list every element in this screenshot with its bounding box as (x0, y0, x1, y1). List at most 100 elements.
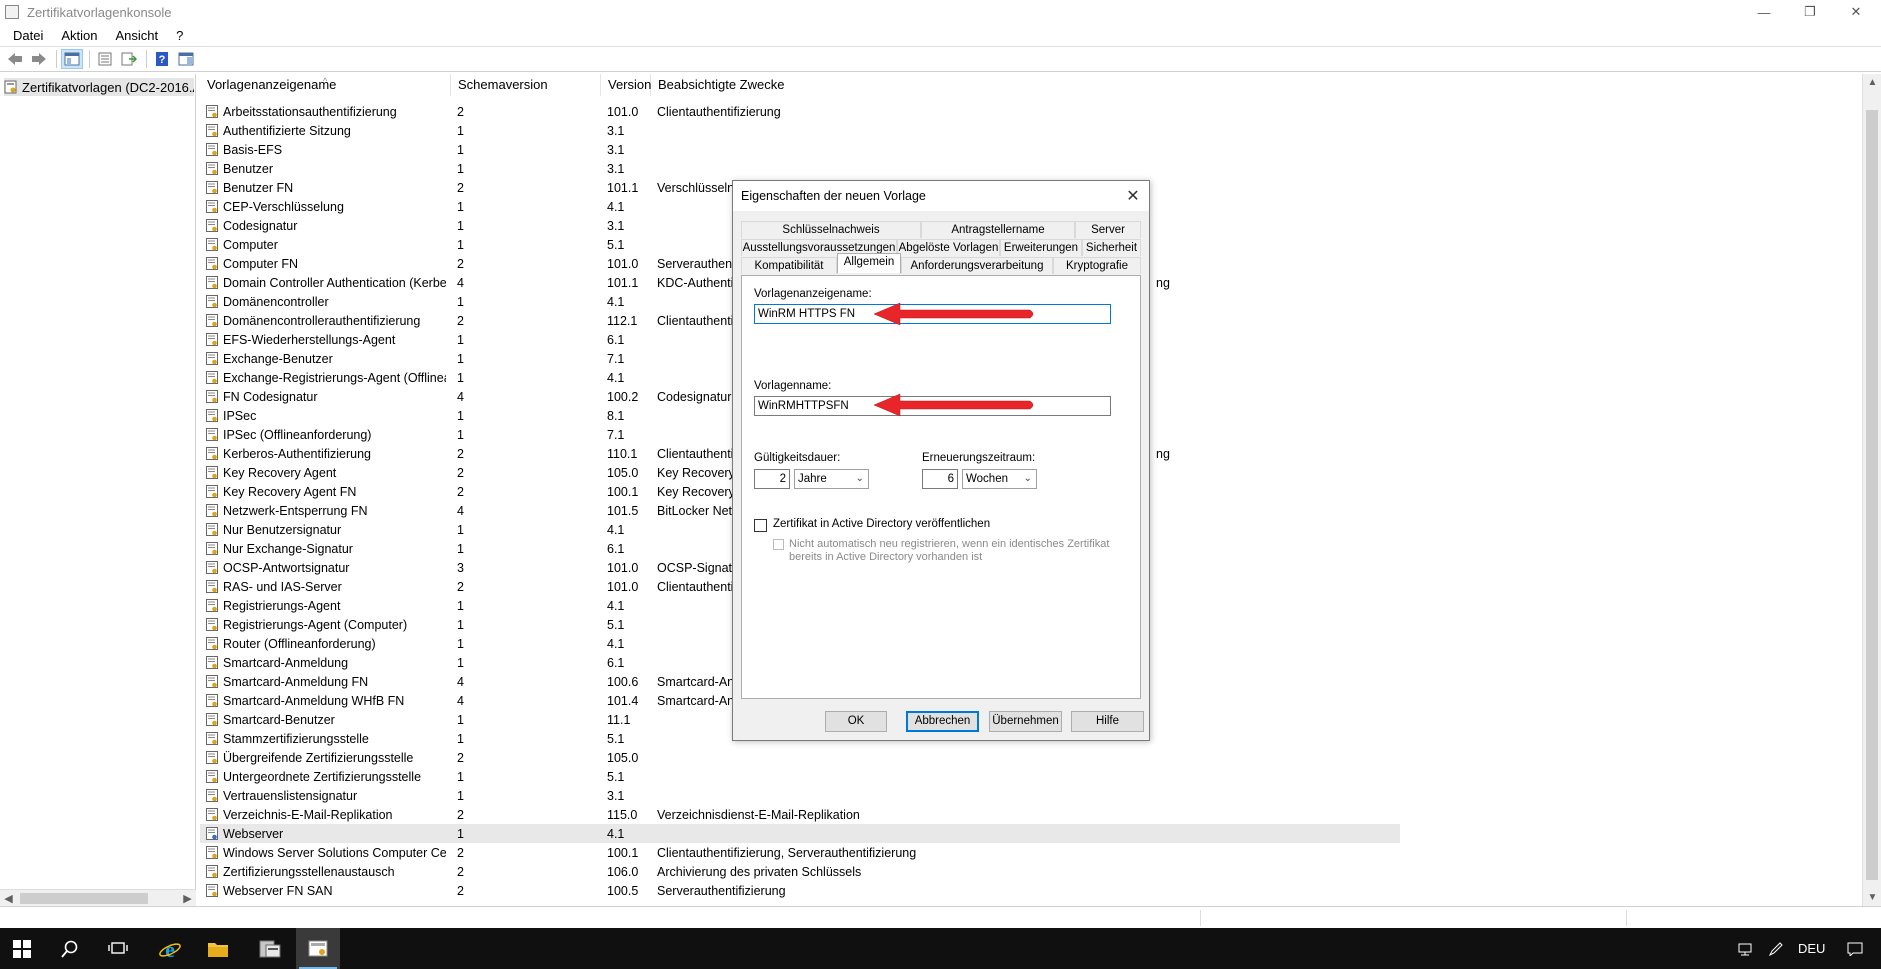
dialog-close-icon[interactable]: ✕ (1123, 186, 1143, 206)
tab-anforderungsverarbeitung[interactable]: Anforderungsverarbeitung (901, 257, 1053, 274)
version-cell: 105.0 (607, 750, 639, 765)
column-header-purposes[interactable]: Beabsichtigte Zwecke (651, 74, 1400, 96)
schema-version-cell: 1 (457, 427, 464, 442)
template-name-cell: Webserver FN SAN (206, 883, 446, 898)
schema-version-cell: 4 (457, 693, 464, 708)
column-header-schema-version[interactable]: Schemaversion (451, 74, 601, 96)
scroll-left-icon[interactable]: ◀ (0, 890, 17, 907)
template-name-cell: FN Codesignatur (206, 389, 446, 404)
help-button[interactable]: Hilfe (1071, 711, 1144, 732)
back-arrow-icon[interactable] (4, 49, 26, 69)
tab-erweiterungen[interactable]: Erweiterungen (1000, 239, 1082, 256)
template-name-cell: CEP-Verschlüsselung (206, 199, 446, 214)
certificate-templates-icon (4, 80, 17, 94)
scroll-up-icon[interactable]: ▲ (1863, 74, 1881, 91)
template-name-cell: Computer FN (206, 256, 446, 271)
help-icon[interactable]: ? (151, 49, 173, 69)
table-row[interactable]: Zertifizierungsstellenaustausch 2 106.0 Arc… (200, 862, 1400, 881)
table-row[interactable]: Windows Server Solutions Computer Cer...… (200, 843, 1400, 862)
input-language-indicator[interactable]: DEU (1798, 941, 1825, 956)
file-explorer-icon[interactable] (196, 928, 240, 969)
tab-server[interactable]: Server (1075, 221, 1141, 238)
certificate-template-icon (206, 807, 218, 821)
table-row[interactable]: Verzeichnis-E-Mail-Replikation 2 115.0 Verz… (200, 805, 1400, 824)
scrollbar-thumb[interactable] (20, 893, 148, 904)
search-icon[interactable] (48, 928, 92, 969)
export-list-icon[interactable] (118, 49, 140, 69)
table-row[interactable]: Vertrauenslistensignatur 1 3.1 (200, 786, 1400, 805)
task-view-icon[interactable] (96, 928, 140, 969)
window-title: Zertifikatvorlagenkonsole (27, 4, 172, 20)
tab-panel-allgemein: Vorlagenanzeigename: WinRM HTTPS FN Vorl… (741, 275, 1141, 699)
schema-version-cell: 1 (457, 351, 464, 366)
table-row[interactable]: Übergreifende Zertifizierungsstelle 2 105.… (200, 748, 1400, 767)
scroll-down-icon[interactable]: ▼ (1863, 889, 1881, 906)
column-header-display-name[interactable]: ^ Vorlagenanzeigename (200, 74, 451, 96)
restore-button[interactable]: ❐ (1787, 0, 1833, 24)
scroll-right-icon[interactable]: ▶ (179, 890, 196, 907)
table-row[interactable]: Untergeordnete Zertifizierungsstelle 1 5.1 (200, 767, 1400, 786)
show-tree-icon[interactable] (61, 49, 83, 69)
schema-version-cell: 2 (457, 750, 464, 765)
schema-version-cell: 1 (457, 636, 464, 651)
table-row[interactable]: Webserver 1 4.1 (200, 824, 1400, 843)
internet-explorer-icon[interactable]: e (148, 928, 192, 969)
schema-version-cell: 1 (457, 237, 464, 252)
menu-aktion[interactable]: Aktion (52, 28, 106, 43)
validity-unit-select[interactable]: Jahre ⌄ (794, 469, 869, 489)
action-pane-icon[interactable] (175, 49, 197, 69)
no-reenroll-checkbox[interactable] (773, 539, 784, 550)
notification-icon[interactable] (1847, 942, 1863, 956)
tab-schluesselnachweis[interactable]: Schlüsselnachweis (741, 221, 921, 238)
ok-button[interactable]: OK (825, 711, 887, 732)
version-cell: 100.1 (607, 484, 639, 499)
scrollbar-thumb[interactable] (1866, 110, 1878, 880)
table-row[interactable]: Benutzer 1 3.1 (200, 159, 1400, 178)
tab-kompatibilitaet[interactable]: Kompatibilität (741, 257, 837, 274)
windows-start-icon[interactable] (0, 928, 44, 969)
list-vertical-scrollbar[interactable]: ▲ ▼ (1862, 74, 1881, 906)
schema-version-cell: 2 (457, 104, 464, 119)
tab-sicherheit[interactable]: Sicherheit (1082, 239, 1141, 256)
menu-ansicht[interactable]: Ansicht (107, 28, 168, 43)
close-window-button[interactable]: ✕ (1833, 0, 1879, 24)
menu-help[interactable]: ? (167, 28, 192, 43)
tree-horizontal-scrollbar[interactable]: ◀ ▶ (0, 889, 196, 906)
display-name-label: Vorlagenanzeigename: (754, 288, 872, 300)
version-cell: 6.1 (607, 541, 625, 556)
pen-icon[interactable] (1768, 941, 1784, 956)
tab-kryptografie[interactable]: Kryptografie (1053, 257, 1141, 274)
apply-button[interactable]: Übernehmen (989, 711, 1062, 732)
validity-period-input[interactable]: 2 (754, 469, 790, 489)
renewal-period-input[interactable]: 6 (922, 469, 958, 489)
template-name-cell: Registrierungs-Agent (206, 598, 446, 613)
properties-icon[interactable] (94, 49, 116, 69)
table-row[interactable]: Authentifizierte Sitzung 1 3.1 (200, 121, 1400, 140)
minimize-button[interactable]: — (1741, 0, 1787, 24)
table-row[interactable]: Basis-EFS 1 3.1 (200, 140, 1400, 159)
tab-antragstellername[interactable]: Antragstellername (921, 221, 1075, 238)
certificate-template-icon (206, 237, 218, 251)
version-cell: 5.1 (607, 769, 625, 784)
schema-version-cell: 4 (457, 275, 464, 290)
publish-in-ad-checkbox[interactable] (754, 519, 767, 532)
tree-root-certificate-templates[interactable]: Zertifikatvorlagen (DC2-2016.AD (4, 78, 194, 96)
table-row[interactable]: Webserver FN SAN 2 100.5 Serverauthentifizi… (200, 881, 1400, 900)
column-header-version[interactable]: Version (601, 74, 651, 96)
menu-datei[interactable]: Datei (4, 28, 52, 43)
network-icon[interactable] (1738, 942, 1754, 956)
table-row[interactable]: Arbeitsstationsauthentifizierung 2 101.0 Cl… (200, 102, 1400, 121)
certificate-template-icon (206, 389, 218, 403)
version-cell: 100.5 (607, 883, 639, 898)
certificate-template-icon (206, 617, 218, 631)
version-cell: 5.1 (607, 617, 625, 632)
schema-version-cell: 4 (457, 674, 464, 689)
schema-version-cell: 2 (457, 484, 464, 499)
tab-allgemein[interactable]: Allgemein (837, 253, 901, 273)
server-manager-icon[interactable] (248, 928, 292, 969)
cancel-button[interactable]: Abbrechen (906, 711, 979, 732)
forward-arrow-icon[interactable] (28, 49, 50, 69)
certificate-console-icon[interactable] (296, 928, 340, 969)
renewal-unit-select[interactable]: Wochen ⌄ (962, 469, 1037, 489)
tab-abgeloeste-vorlagen[interactable]: Abgelöste Vorlagen (897, 239, 1000, 256)
